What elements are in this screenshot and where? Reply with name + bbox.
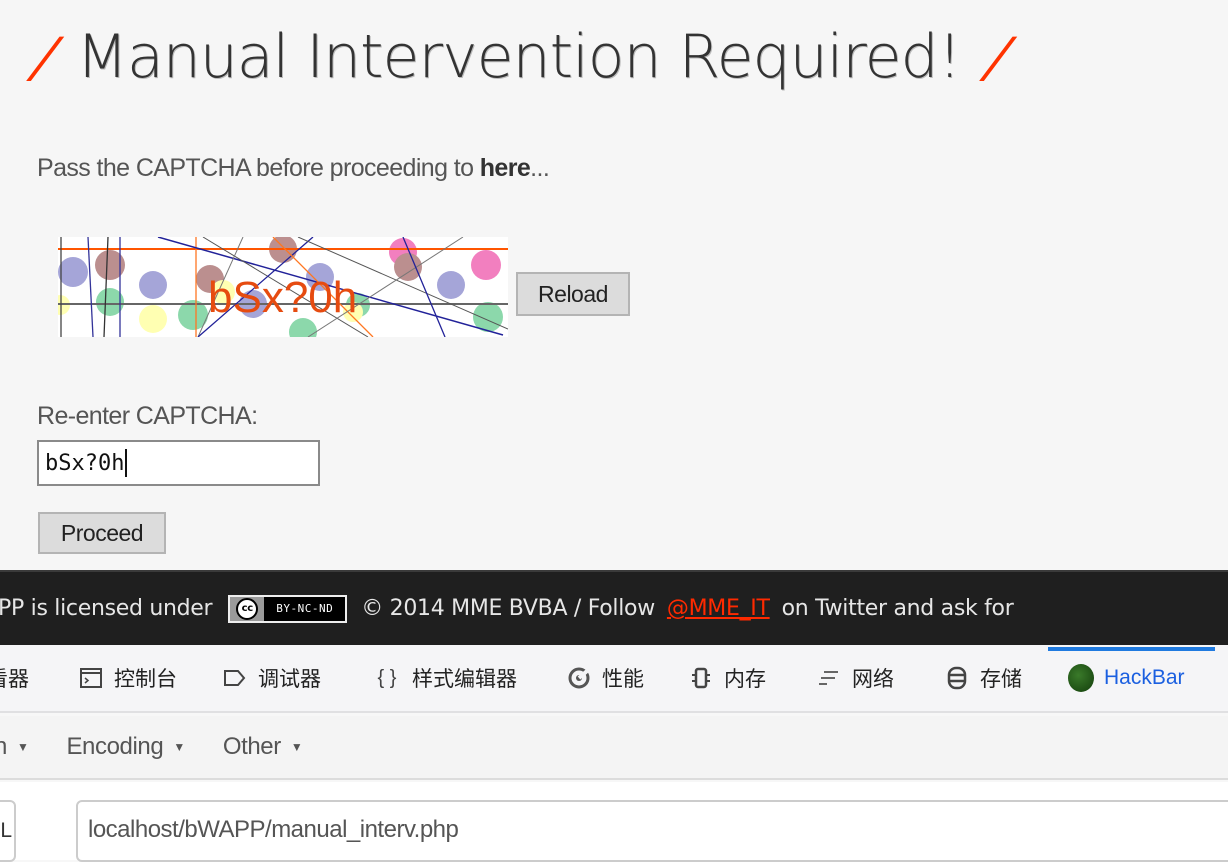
storage-icon bbox=[944, 665, 970, 691]
menu-item-partial-label: n bbox=[0, 733, 7, 760]
reload-button[interactable]: Reload bbox=[516, 272, 630, 316]
tab-hackbar[interactable]: HackBar bbox=[1048, 645, 1214, 711]
tab-storage[interactable]: 存储 bbox=[944, 645, 1022, 711]
menu-item-encoding-label: Encoding bbox=[66, 733, 164, 760]
menu-item-other[interactable]: Other ▼ bbox=[223, 733, 303, 761]
tab-inspector[interactable]: 查看器 bbox=[0, 645, 29, 711]
page-title-text: Manual Intervention Required! bbox=[76, 22, 961, 92]
text-caret bbox=[125, 449, 128, 477]
tab-memory[interactable]: 内存 bbox=[688, 645, 766, 711]
captcha-image: bSx?0h bbox=[58, 237, 508, 337]
tab-console-label: 控制台 bbox=[114, 668, 177, 691]
footer-license-text: PP is licensed under bbox=[0, 596, 213, 621]
url-button[interactable]: URL bbox=[0, 800, 16, 862]
menu-item-partial[interactable]: n ▼ bbox=[0, 733, 29, 761]
performance-icon bbox=[566, 665, 592, 691]
devtools-tab-bar: 查看器 控制台 调试器 { } 样式编辑器 性能 内存 网络 bbox=[0, 645, 1228, 713]
footer-tail-text: on Twitter and ask for bbox=[781, 596, 1014, 621]
page-content: / Manual Intervention Required! / Pass t… bbox=[0, 0, 1228, 570]
proceed-button[interactable]: Proceed bbox=[38, 512, 166, 554]
chevron-down-icon: ▼ bbox=[290, 740, 303, 754]
here-link[interactable]: here bbox=[480, 154, 531, 182]
footer: PP is licensed under cc BY-NC-ND © 2014 … bbox=[0, 570, 1228, 645]
tab-network[interactable]: 网络 bbox=[816, 645, 894, 711]
memory-icon bbox=[688, 665, 714, 691]
captcha-graphic: bSx?0h bbox=[58, 237, 508, 337]
tab-debugger[interactable]: 调试器 bbox=[222, 645, 321, 711]
reenter-captcha-label: Re-enter CAPTCHA: bbox=[37, 402, 258, 430]
intro-text-main: Pass the CAPTCHA before proceeding to bbox=[37, 154, 480, 182]
cc-icon: cc bbox=[230, 596, 265, 621]
cc-terms: BY-NC-ND bbox=[276, 602, 334, 615]
hackbar-menu-bar: n ▼ Encoding ▼ Other ▼ bbox=[0, 716, 1228, 780]
style-editor-icon: { } bbox=[377, 666, 397, 689]
tab-style-editor-label: 样式编辑器 bbox=[412, 668, 517, 691]
url-input[interactable]: localhost/bWAPP/manual_interv.php bbox=[76, 800, 1228, 862]
cc-license-badge[interactable]: cc BY-NC-ND bbox=[228, 594, 348, 623]
console-icon bbox=[78, 665, 104, 691]
network-icon bbox=[816, 665, 842, 691]
intro-text: Pass the CAPTCHA before proceeding to he… bbox=[37, 154, 550, 183]
menu-item-encoding[interactable]: Encoding ▼ bbox=[66, 733, 185, 761]
tab-network-label: 网络 bbox=[852, 668, 894, 691]
chevron-down-icon: ▼ bbox=[173, 740, 185, 754]
title-slash-left: / bbox=[28, 25, 63, 89]
tab-debugger-label: 调试器 bbox=[258, 668, 321, 691]
page-title: / Manual Intervention Required! / bbox=[28, 12, 1015, 102]
tab-style-editor[interactable]: { } 样式编辑器 bbox=[372, 645, 517, 711]
cc-icon-glyph: cc bbox=[236, 597, 259, 620]
footer-copyright: © 2014 MME BVBA / Follow bbox=[361, 596, 655, 621]
captcha-text: bSx?0h bbox=[208, 273, 357, 322]
hackbar-icon bbox=[1068, 664, 1094, 692]
captcha-input[interactable]: bSx?0h bbox=[37, 440, 320, 486]
menu-item-other-label: Other bbox=[222, 733, 281, 760]
title-slash-right: / bbox=[980, 25, 1015, 89]
twitter-link[interactable]: @MME_IT bbox=[667, 596, 770, 621]
hackbar-body: URL localhost/bWAPP/manual_interv.php bbox=[0, 782, 1228, 862]
tab-performance-label: 性能 bbox=[602, 668, 644, 691]
tab-storage-label: 存储 bbox=[980, 668, 1022, 691]
captcha-input-value: bSx?0h bbox=[45, 450, 125, 476]
intro-suffix: ... bbox=[530, 154, 550, 182]
debugger-icon bbox=[222, 665, 248, 691]
chevron-down-icon: ▼ bbox=[16, 740, 29, 754]
tab-memory-label: 内存 bbox=[724, 668, 766, 691]
tab-hackbar-label: HackBar bbox=[1104, 666, 1185, 689]
tab-performance[interactable]: 性能 bbox=[566, 645, 644, 711]
tab-console[interactable]: 控制台 bbox=[78, 645, 177, 711]
tab-inspector-label: 查看器 bbox=[0, 668, 29, 691]
